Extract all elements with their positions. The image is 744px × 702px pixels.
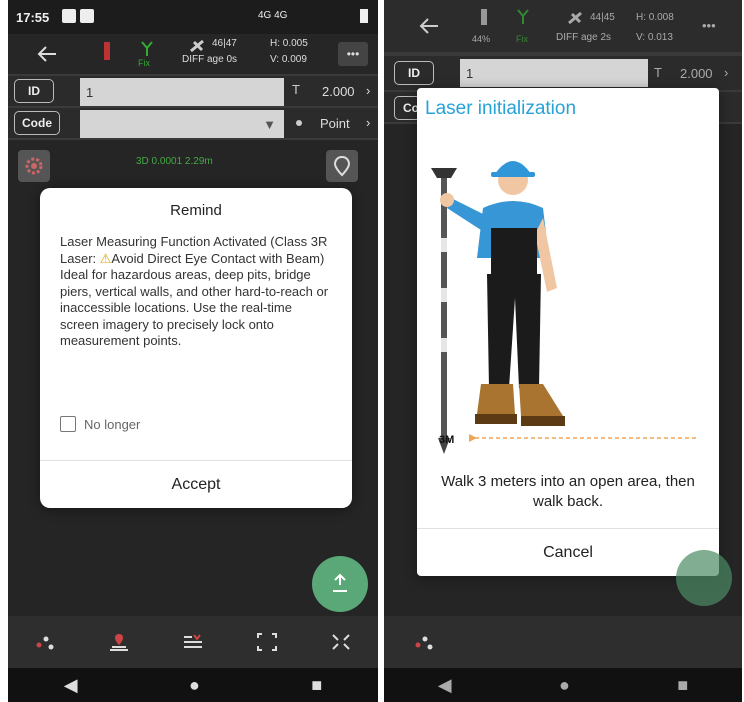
fullscreen-button[interactable] [251, 628, 283, 656]
diff-age: DIFF age 2s [556, 32, 612, 43]
precision-readout: 3D 0.0001 2.29m [136, 156, 213, 167]
cancel-button[interactable]: Cancel [417, 528, 719, 577]
notification-icon [80, 9, 94, 23]
code-dropdown[interactable]: ▼ [80, 110, 284, 138]
android-nav-bar: ◀ ● ■ [384, 668, 742, 702]
distance-label: 3M [439, 434, 455, 446]
location-pin-icon [333, 155, 351, 177]
nav-recents-icon[interactable]: ■ [677, 675, 688, 696]
id-row: ID 1 T 2.000 › [384, 56, 742, 90]
remind-dialog: Remind Laser Measuring Function Activate… [40, 188, 352, 508]
points-icon [36, 636, 54, 650]
laser-illustration [431, 161, 697, 454]
stakeout-icon [110, 634, 128, 651]
network-status-text: 4G 4G [258, 10, 288, 21]
dialog-title: Remind [170, 202, 222, 219]
satellite-icon [190, 39, 204, 53]
battery-icon [360, 9, 368, 23]
fix-label: Fix [138, 58, 150, 68]
point-dot-icon [296, 120, 302, 126]
no-longer-checkbox[interactable] [60, 416, 76, 432]
point-type-label[interactable]: Point [320, 116, 350, 131]
v-precision: V: 0.013 [636, 32, 673, 43]
settings-button[interactable] [18, 150, 50, 182]
id-row: ID 1 T 2.000 › [8, 76, 378, 106]
nav-back-icon[interactable]: ◀ [64, 675, 78, 696]
top-toolbar: Fix 46|47 DIFF age 0s H: 0.005 V: 0.009 … [8, 34, 378, 74]
no-longer-label: No longer [84, 416, 141, 432]
top-toolbar: 44% Fix 44|45 DIFF age 2s H: 0.008 V: 0.… [384, 0, 742, 52]
chevron-right-icon[interactable]: › [724, 65, 728, 80]
gear-icon [25, 157, 43, 175]
satellite-count: 46|47 [212, 38, 237, 49]
satellite-icon [568, 11, 582, 25]
pole-height-icon: T [292, 82, 300, 97]
nav-home-icon[interactable]: ● [559, 675, 570, 696]
nav-back-icon[interactable]: ◀ [438, 675, 452, 696]
id-input[interactable]: 1 [80, 78, 284, 106]
dropdown-arrow-icon: ▼ [263, 116, 276, 132]
back-arrow-icon[interactable] [36, 44, 58, 64]
left-screen: 17:55 4G 4G Fix 46|47 DIFF age 0s H: 0.0… [8, 0, 378, 702]
list-icon [184, 634, 202, 648]
points-button[interactable] [29, 628, 61, 656]
list-button[interactable] [177, 628, 209, 656]
chevron-right-icon[interactable]: › [366, 83, 370, 98]
collapse-icon [332, 634, 350, 650]
nav-recents-icon[interactable]: ■ [311, 675, 322, 696]
location-button[interactable] [326, 150, 358, 182]
antenna-icon [141, 41, 153, 56]
rover-icon [481, 9, 487, 25]
pole-height-icon: T [654, 65, 662, 80]
points-icon [415, 636, 433, 650]
stakeout-button[interactable] [103, 628, 135, 656]
chevron-right-icon[interactable]: › [366, 115, 370, 130]
fix-label: Fix [516, 34, 528, 44]
code-chip[interactable]: Code [14, 111, 60, 135]
pole-height-value[interactable]: 2.000 [680, 66, 713, 81]
dialog-body: Laser Measuring Function Activated (Clas… [60, 234, 334, 350]
instruction-text: Walk 3 meters into an open area, then wa… [441, 473, 695, 510]
bottom-toolbar [384, 616, 742, 668]
id-chip[interactable]: ID [394, 61, 434, 85]
pole-height-value[interactable]: 2.000 [322, 84, 355, 99]
survey-fab-button[interactable] [676, 550, 732, 606]
warning-icon: ⚠ [99, 250, 112, 266]
nav-home-icon[interactable]: ● [189, 675, 200, 696]
id-chip[interactable]: ID [14, 79, 54, 103]
notification-icon [62, 9, 76, 23]
more-menu-button[interactable]: ••• [338, 42, 368, 66]
h-precision: H: 0.005 [270, 38, 308, 49]
collapse-button[interactable] [325, 628, 357, 656]
android-nav-bar: ◀ ● ■ [8, 668, 378, 702]
satellite-count: 44|45 [590, 12, 615, 23]
right-screen: 44% Fix 44|45 DIFF age 2s H: 0.008 V: 0.… [384, 0, 742, 702]
accept-button[interactable]: Accept [40, 460, 352, 509]
fullscreen-icon [257, 633, 277, 651]
bottom-toolbar [8, 616, 378, 668]
v-precision: V: 0.009 [270, 54, 307, 65]
diff-age: DIFF age 0s [182, 54, 238, 65]
more-menu-button[interactable]: ••• [702, 18, 716, 33]
back-arrow-icon[interactable] [418, 16, 440, 36]
survey-fab-button[interactable] [312, 556, 368, 612]
id-input[interactable]: 1 [460, 59, 648, 87]
points-button[interactable] [408, 628, 440, 656]
no-longer-option[interactable]: No longer [60, 416, 140, 432]
battery-percent: 44% [472, 34, 491, 44]
antenna-icon [517, 9, 529, 24]
laser-init-dialog: Laser initialization 3M Walk 3 meters in… [417, 88, 719, 576]
status-bar: 17:55 4G 4G [8, 0, 378, 34]
rover-red-icon [104, 42, 110, 60]
code-row: Code ▼ Point › [8, 108, 378, 138]
dialog-title: Laser initialization [425, 98, 577, 119]
status-time: 17:55 [16, 10, 50, 25]
survey-point-icon [333, 573, 347, 592]
h-precision: H: 0.008 [636, 12, 674, 23]
